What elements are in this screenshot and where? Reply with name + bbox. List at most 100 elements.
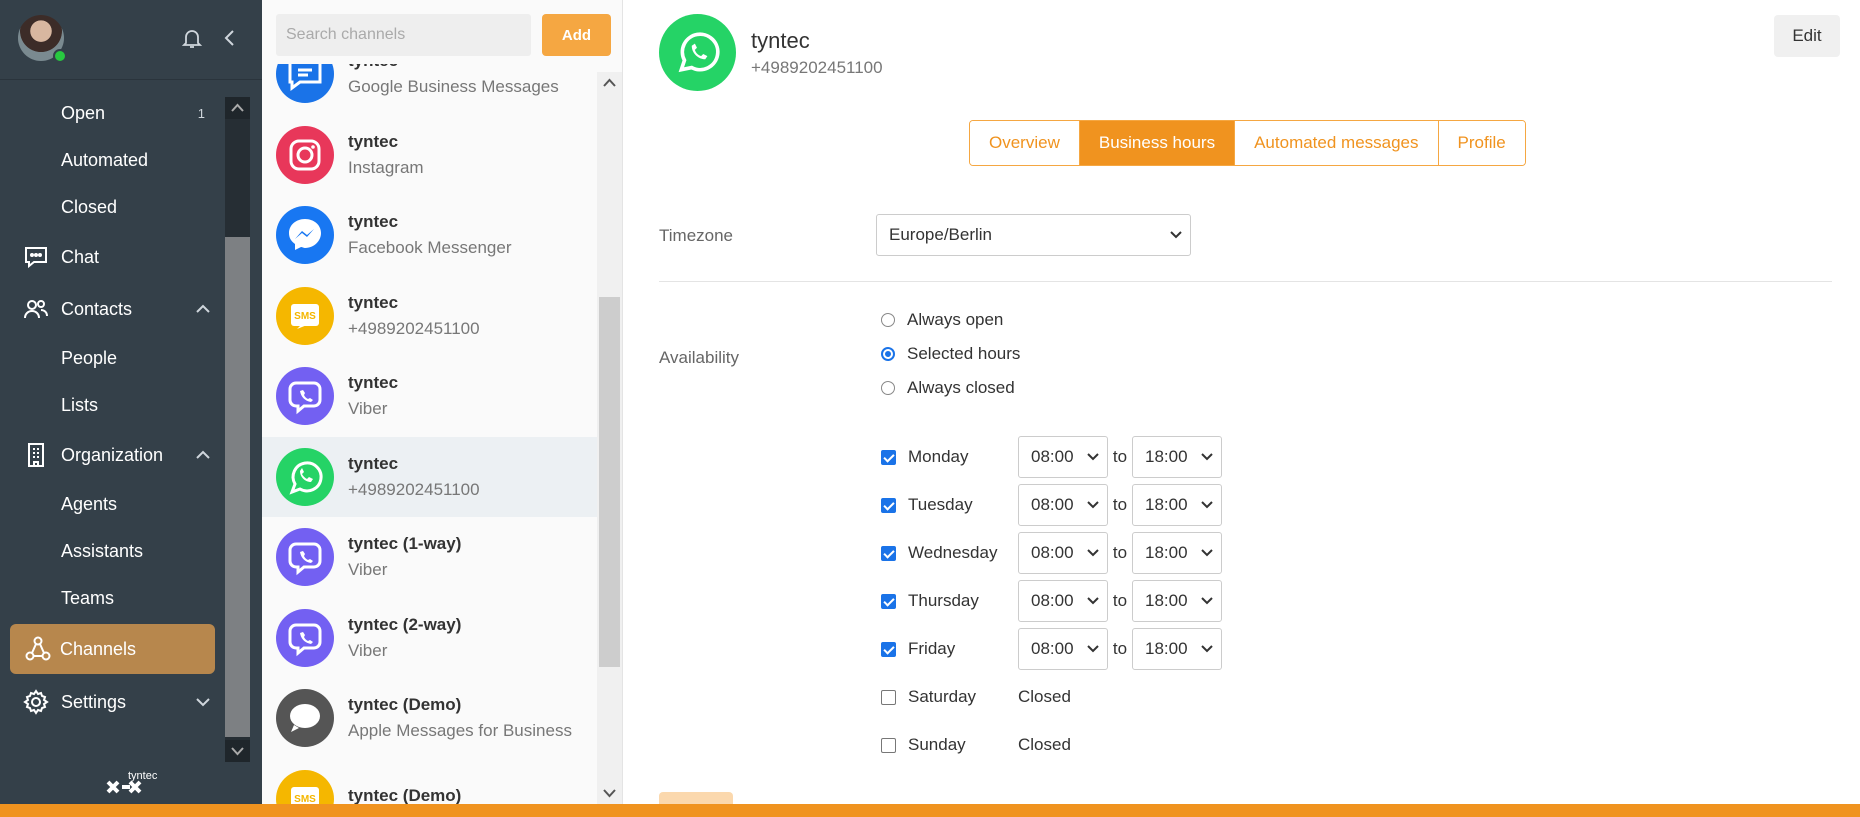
channel-item-type: Google Business Messages xyxy=(348,77,559,97)
nav-item-settings[interactable]: Settings xyxy=(0,676,225,728)
search-channels-input[interactable] xyxy=(276,14,531,56)
tab-overview[interactable]: Overview xyxy=(970,121,1079,165)
chevron-up-icon[interactable] xyxy=(195,303,211,315)
apple-messages-icon xyxy=(276,689,334,748)
nav-scrollbar[interactable] xyxy=(225,97,250,762)
day-checkbox[interactable] xyxy=(881,497,896,513)
channel-item-name: tyntec xyxy=(348,212,399,232)
nav-item-label: Chat xyxy=(61,246,100,267)
channel-list-item[interactable]: tyntec (Demo) Apple Messages for Business xyxy=(262,678,597,759)
day-checkbox[interactable] xyxy=(881,593,896,609)
radio-always-closed[interactable]: Always closed xyxy=(881,378,1015,398)
nav-item-contacts[interactable]: Contacts xyxy=(0,283,225,335)
to-time-select[interactable]: 18:00 xyxy=(1132,484,1222,526)
nav-scrollbar-thumb[interactable] xyxy=(225,237,250,737)
channel-item-text: tyntec (Demo) Apple Messages for Business xyxy=(348,695,572,741)
scroll-up-arrow-icon[interactable] xyxy=(225,97,250,119)
chevron-down-icon[interactable] xyxy=(195,696,211,708)
nav-item-teams[interactable]: Teams xyxy=(0,575,225,622)
nav-item-closed[interactable]: Closed xyxy=(0,184,225,231)
channel-list-scrollbar[interactable] xyxy=(597,72,622,804)
channel-list-item[interactable]: tyntec (1-way) Viber xyxy=(262,517,597,598)
channel-item-name: tyntec (Demo) xyxy=(348,785,462,804)
day-checkbox[interactable] xyxy=(881,689,896,705)
channel-list-item[interactable]: SMS tyntec (Demo) xyxy=(262,759,597,804)
to-time-select[interactable]: 18:00 xyxy=(1132,580,1222,622)
radio-button[interactable] xyxy=(881,347,895,361)
channel-list-item[interactable]: tyntec (2-way) Viber xyxy=(262,598,597,679)
nav-item-chat[interactable]: Chat xyxy=(0,231,225,283)
chevron-down-icon xyxy=(1201,597,1213,605)
messenger-icon xyxy=(276,206,334,265)
radio-button[interactable] xyxy=(881,313,895,327)
channel-list: tyntec Google Business Messages tyntec Inst… xyxy=(262,64,597,804)
radio-selected-hours[interactable]: Selected hours xyxy=(881,344,1020,364)
channel-item-name: tyntec (1-way) xyxy=(348,534,462,554)
scroll-up-arrow-icon[interactable] xyxy=(597,72,622,94)
channel-item-text: tyntec (2-way) Viber xyxy=(348,615,461,661)
nav-item-agents[interactable]: Agents xyxy=(0,481,225,528)
svg-text:SMS: SMS xyxy=(294,311,316,322)
online-status-dot xyxy=(53,49,67,63)
channel-item-name: tyntec xyxy=(348,64,559,71)
day-checkbox[interactable] xyxy=(881,641,896,657)
scroll-down-arrow-icon[interactable] xyxy=(597,782,622,804)
channel-list-scrollbar-thumb[interactable] xyxy=(599,297,620,667)
tab-profile[interactable]: Profile xyxy=(1437,121,1525,165)
radio-button[interactable] xyxy=(881,381,895,395)
nav-item-label: Contacts xyxy=(61,298,133,319)
from-time-select[interactable]: 08:00 xyxy=(1018,580,1108,622)
logo-text: tyntec xyxy=(128,770,158,782)
to-time-select[interactable]: 18:00 xyxy=(1132,628,1222,670)
nav-item-label: Assistants xyxy=(61,541,144,561)
channel-item-type: Viber xyxy=(348,560,388,580)
channel-item-type: +4989202451100 xyxy=(348,479,480,499)
nav-item-organization[interactable]: Organization xyxy=(0,429,225,481)
radio-always-open[interactable]: Always open xyxy=(881,310,1003,330)
collapse-sidebar-icon[interactable] xyxy=(222,28,238,48)
channel-item-name: tyntec xyxy=(348,373,399,393)
from-time-select[interactable]: 08:00 xyxy=(1018,436,1108,478)
channel-list-item[interactable]: tyntec Google Business Messages xyxy=(262,64,597,115)
availability-label: Availability xyxy=(659,348,740,367)
closed-status: Closed xyxy=(1018,735,1071,754)
instagram-icon xyxy=(276,125,334,184)
from-time-select[interactable]: 08:00 xyxy=(1018,532,1108,574)
from-time-select[interactable]: 08:00 xyxy=(1018,628,1108,670)
day-row: Monday 08:00 to 18:00 xyxy=(881,436,1281,478)
channel-item-text: tyntec (1-way) Viber xyxy=(348,534,461,580)
nav-item-lists[interactable]: Lists xyxy=(0,382,225,429)
scroll-down-arrow-icon[interactable] xyxy=(225,740,250,762)
from-time-select[interactable]: 08:00 xyxy=(1018,484,1108,526)
radio-label: Always open xyxy=(907,310,1004,329)
channel-list-item[interactable]: tyntec Viber xyxy=(262,356,597,437)
channel-item-type: Viber xyxy=(348,399,388,419)
nav-item-channels[interactable]: Channels xyxy=(10,624,215,674)
to-time-select[interactable]: 18:00 xyxy=(1132,532,1222,574)
day-checkbox[interactable] xyxy=(881,737,896,753)
nav-item-assistants[interactable]: Assistants xyxy=(0,528,225,575)
timezone-select[interactable]: Europe/Berlin xyxy=(876,214,1191,256)
to-label: to xyxy=(1112,591,1128,610)
tab-automated-messages[interactable]: Automated messages xyxy=(1234,121,1438,165)
channel-list-item[interactable]: tyntec Instagram xyxy=(262,115,597,196)
nav-item-automated[interactable]: Automated xyxy=(0,137,225,184)
nav-item-label: Automated xyxy=(61,150,149,170)
bell-icon[interactable] xyxy=(180,26,204,50)
left-nav: Open 1 Automated Closed Chat Contacts Pe… xyxy=(0,0,262,804)
to-time-select[interactable]: 18:00 xyxy=(1132,436,1222,478)
edit-button[interactable]: Edit xyxy=(1774,15,1840,57)
nav-item-open[interactable]: Open 1 xyxy=(0,90,225,137)
svg-text:SMS: SMS xyxy=(294,794,316,804)
channel-list-item[interactable]: SMS tyntec +4989202451100 xyxy=(262,276,597,357)
nav-item-people[interactable]: People xyxy=(0,335,225,382)
radio-label: Always closed xyxy=(907,378,1015,397)
tab-business-hours[interactable]: Business hours xyxy=(1078,121,1235,165)
day-checkbox[interactable] xyxy=(881,449,896,465)
add-channel-button[interactable]: Add xyxy=(542,14,611,56)
chevron-up-icon[interactable] xyxy=(195,449,211,461)
channel-list-item[interactable]: tyntec +4989202451100 xyxy=(262,436,597,517)
day-checkbox[interactable] xyxy=(881,545,896,561)
channel-list-item[interactable]: tyntec Facebook Messenger xyxy=(262,195,597,276)
chevron-down-icon xyxy=(1201,645,1213,653)
